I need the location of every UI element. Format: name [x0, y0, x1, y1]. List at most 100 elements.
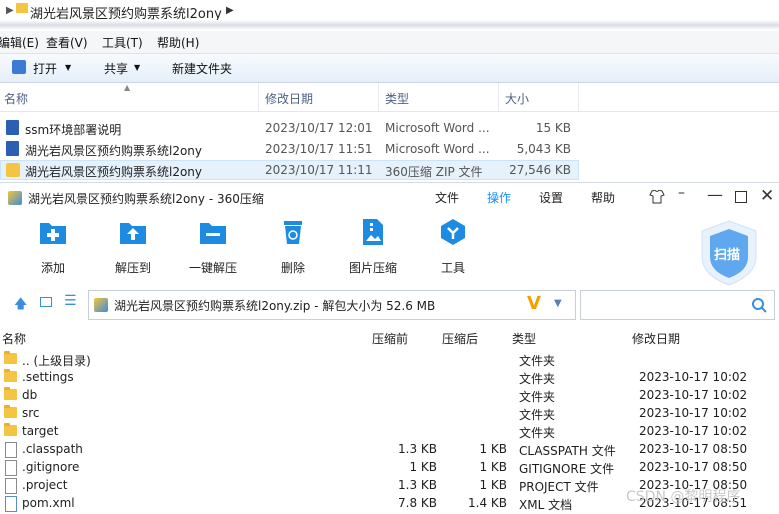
col-divider[interactable] — [498, 83, 499, 111]
folder-icon — [16, 3, 28, 13]
list-view-icon[interactable]: ☰ — [64, 293, 77, 309]
zip-row[interactable]: .gitignore 1 KB 1 KB GITIGNORE 文件 2023-10-17… — [0, 459, 779, 477]
zip-row-name: target — [22, 424, 59, 438]
zcol-before[interactable]: 压缩前 — [372, 330, 408, 347]
address-field[interactable]: 湖光岩风景区预约购票系统l2ony.zip - 解包大小为 52.6 MB V … — [88, 290, 576, 320]
zip-row-before: 1.3 KB — [398, 442, 437, 456]
zcol-date[interactable]: 修改日期 — [632, 330, 680, 347]
col-size[interactable]: 大小 — [505, 90, 529, 107]
zip-window: 湖光岩风景区预约购票系统l2ony - 360压缩 文件 操作 设置 帮助 – … — [0, 182, 779, 514]
word-doc-icon — [6, 141, 19, 156]
file-type: Microsoft Word ... — [385, 121, 490, 135]
zip-title: 湖光岩风景区预约购票系统l2ony - 360压缩 — [28, 192, 264, 206]
zip-row-name: .classpath — [22, 442, 83, 456]
close-icon[interactable]: ✕ — [760, 186, 774, 206]
file-type: 360压缩 ZIP 文件 — [385, 165, 483, 179]
zip-row[interactable]: target 文件夹 2023-10-17 10:02 — [0, 423, 779, 441]
xml-file-icon — [5, 496, 17, 512]
menu-view[interactable]: 查看(V) — [46, 34, 88, 51]
file-date: 2023/10/17 11:51 — [265, 142, 373, 156]
folder-icon — [4, 369, 17, 382]
scan-button[interactable]: 扫描 — [698, 219, 760, 287]
tools-button[interactable]: 工具 — [413, 213, 493, 276]
zip-row-type: GITIGNORE 文件 — [519, 462, 615, 476]
zip-row-type: 文件夹 — [519, 372, 556, 386]
address-text: 湖光岩风景区预约购票系统l2ony.zip - 解包大小为 52.6 MB — [114, 299, 436, 313]
image-compress-icon — [358, 217, 388, 247]
zip-row-type: 文件夹 — [519, 408, 556, 422]
explorer-menu-bar: 编辑(E) 查看(V) 工具(T) 帮助(H) — [0, 31, 779, 54]
file-icon — [5, 442, 17, 458]
zip-row[interactable]: src 文件夹 2023-10-17 10:02 — [0, 405, 779, 423]
open-button[interactable]: 打开 — [33, 60, 57, 77]
zip-row-after: 1 KB — [479, 442, 507, 456]
menu-settings[interactable]: 设置 — [539, 189, 563, 206]
app-logo-icon — [8, 191, 22, 205]
watermark: CSDN @黎明程序 — [626, 489, 741, 505]
sort-up-icon: ▲ — [124, 83, 131, 92]
zip-row-type: XML 文档 — [519, 498, 573, 512]
zip-row-name: pom.xml — [22, 496, 75, 510]
zcol-after[interactable]: 压缩后 — [442, 330, 478, 347]
col-divider[interactable] — [258, 83, 259, 111]
extract-to-icon — [118, 217, 148, 247]
col-date[interactable]: 修改日期 — [265, 90, 313, 107]
zip-row[interactable]: .. (上级目录) 文件夹 — [0, 351, 779, 369]
search-input[interactable] — [580, 290, 775, 320]
zip-row-after: 1 KB — [479, 478, 507, 492]
folder-icon — [4, 351, 17, 364]
col-divider[interactable] — [378, 83, 379, 111]
col-type[interactable]: 类型 — [385, 90, 409, 107]
zip-row-before: 1.3 KB — [398, 478, 437, 492]
menu-edit[interactable]: 编辑(E) — [0, 34, 39, 51]
share-button[interactable]: 共享 — [104, 60, 128, 77]
folder-icon — [4, 423, 17, 436]
v-logo-icon[interactable]: V — [527, 293, 541, 314]
zcol-name[interactable]: 名称 — [2, 330, 26, 347]
delete-button[interactable]: 删除 — [253, 213, 333, 276]
one-click-extract-icon — [198, 217, 228, 247]
menu-help[interactable]: 帮助(H) — [157, 34, 199, 51]
zcol-type[interactable]: 类型 — [512, 330, 536, 347]
add-icon — [38, 217, 68, 247]
zip-row[interactable]: .settings 文件夹 2023-10-17 10:02 — [0, 369, 779, 387]
zip-row[interactable]: .classpath 1.3 KB 1 KB CLASSPATH 文件 2023-10-… — [0, 441, 779, 459]
zip-row-type: CLASSPATH 文件 — [519, 444, 616, 458]
up-arrow-icon[interactable]: 🡅 — [14, 295, 27, 317]
col-divider[interactable] — [578, 83, 579, 111]
skin-shirt-icon[interactable] — [649, 190, 665, 204]
zip-toolbar: 添加 解压到 一键解压 删除 图片压缩 工具 扫描 — [0, 213, 779, 286]
file-size: 27,546 KB — [509, 163, 571, 177]
explorer-column-header: 名称 ▲ 修改日期 类型 大小 — [0, 83, 779, 112]
zip-row-date: 2023-10-17 10:02 — [639, 388, 748, 402]
new-folder-button[interactable]: 新建文件夹 — [172, 60, 232, 77]
zip-row-type: 文件夹 — [519, 354, 556, 368]
minimize-icon[interactable]: — — [707, 185, 723, 204]
menu-help[interactable]: 帮助 — [591, 189, 615, 206]
maximize-icon[interactable] — [735, 191, 747, 203]
image-compress-button[interactable]: 图片压缩 — [333, 213, 413, 276]
search-icon[interactable] — [751, 297, 767, 313]
file-row[interactable]: ssm环境部署说明 2023/10/17 12:01 Microsoft Wor… — [0, 118, 579, 138]
menu-tools[interactable]: 工具(T) — [102, 34, 143, 51]
zip-row[interactable]: db 文件夹 2023-10-17 10:02 — [0, 387, 779, 405]
extract-to-button[interactable]: 解压到 — [93, 213, 173, 276]
path-chevron-icon[interactable]: ▶ — [226, 5, 234, 16]
col-name[interactable]: 名称 — [4, 90, 28, 107]
address-dropdown-icon[interactable]: ▼ — [554, 298, 562, 309]
zip-row-name: .. (上级目录) — [22, 354, 91, 368]
nav-arrow-icon[interactable]: ▶ — [6, 5, 14, 16]
one-click-extract-button[interactable]: 一键解压 — [173, 213, 253, 276]
menu-operate[interactable]: 操作 — [487, 189, 511, 206]
file-name: 湖光岩风景区预约购票系统l2ony — [25, 144, 203, 158]
menu-file[interactable]: 文件 — [435, 189, 459, 206]
open-dropdown-icon[interactable]: ▼ — [65, 63, 71, 72]
thumbnail-view-icon[interactable] — [40, 297, 52, 307]
minimize-mini-icon[interactable]: – — [678, 185, 685, 201]
file-type: Microsoft Word ... — [385, 142, 490, 156]
add-button[interactable]: 添加 — [13, 213, 93, 276]
zip-row-name: db — [22, 388, 38, 402]
file-row-selected[interactable]: 湖光岩风景区预约购票系统l2ony 2023/10/17 11:11 360压缩… — [0, 160, 579, 180]
file-row[interactable]: 湖光岩风景区预约购票系统l2ony 2023/10/17 11:51 Micro… — [0, 139, 579, 159]
share-dropdown-icon[interactable]: ▼ — [134, 63, 140, 72]
